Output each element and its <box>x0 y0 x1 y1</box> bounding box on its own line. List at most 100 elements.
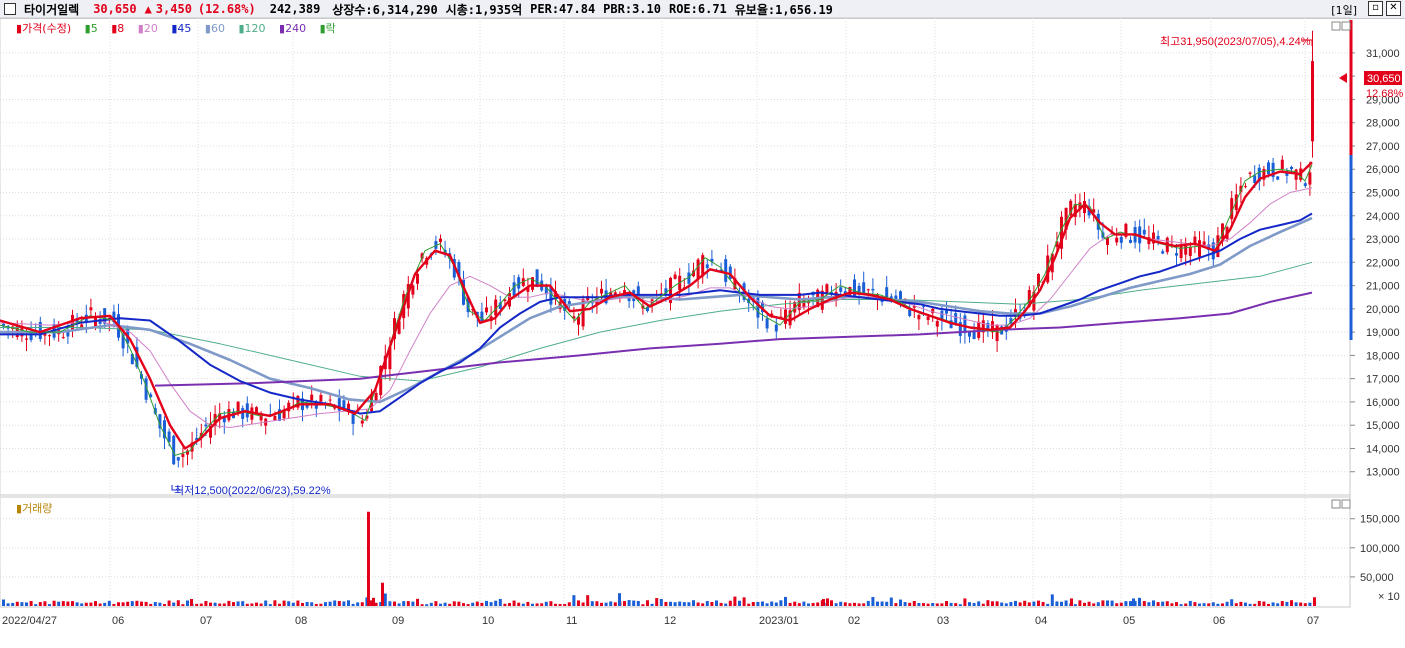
date-tick-label: 05 <box>1123 615 1135 627</box>
volume-bar <box>581 602 585 606</box>
volume-multiplier: × 10 <box>1378 591 1400 603</box>
date-tick-label: 06 <box>1213 615 1225 627</box>
volume-bar <box>650 603 654 606</box>
volume-bar <box>245 603 249 606</box>
volume-bar <box>1087 601 1091 606</box>
candle-body <box>765 318 769 329</box>
volume-tick-label: 100,000 <box>1360 543 1400 555</box>
volume-bar <box>1239 601 1243 606</box>
volume-bar <box>475 601 479 606</box>
panel-button-icon <box>1331 499 1341 509</box>
volume-bar <box>512 600 516 606</box>
volume-bar <box>1184 603 1188 606</box>
price-tick-label: 20,000 <box>1366 304 1400 316</box>
volume-bar <box>830 600 833 606</box>
candle-body <box>935 321 939 327</box>
price-tick-label: 16,000 <box>1366 397 1400 409</box>
candle-body <box>839 287 843 292</box>
volume-bar <box>439 603 442 606</box>
volume-bar <box>1147 602 1151 606</box>
volume-bar <box>1050 594 1054 606</box>
volume-bar <box>333 600 337 606</box>
volume-bar <box>503 603 507 606</box>
volume-bar <box>268 604 272 606</box>
price-tick-label: 25,000 <box>1366 188 1400 200</box>
volume-bar <box>1179 604 1183 606</box>
volume-bar <box>1129 601 1132 606</box>
volume-bar <box>1064 600 1068 606</box>
volume-bar <box>554 603 557 606</box>
volume-bar <box>981 603 985 606</box>
volume-bar <box>52 600 56 606</box>
volume-bar <box>1115 603 1119 606</box>
volume-bar <box>80 603 84 606</box>
volume-bar <box>1018 602 1022 606</box>
candle-body <box>305 405 309 408</box>
volume-bar <box>862 603 866 606</box>
volume-bar <box>71 601 74 606</box>
volume-bar <box>1280 601 1284 606</box>
candle-body <box>866 289 870 291</box>
volume-bar <box>802 601 806 606</box>
volume-bar <box>866 600 870 606</box>
volume-bar <box>826 598 829 606</box>
volume-bar <box>241 601 245 606</box>
volume-bar <box>1083 602 1086 606</box>
volume-bar <box>84 602 88 606</box>
volume-bar <box>29 600 33 606</box>
volume-bar <box>526 601 530 606</box>
candle-body <box>319 395 323 402</box>
price-tick-label: 21,000 <box>1366 281 1400 293</box>
volume-bar <box>218 603 222 606</box>
volume-bar <box>931 602 935 606</box>
candle-body <box>374 392 378 401</box>
volume-tick-label: 150,000 <box>1360 514 1400 526</box>
volume-bar <box>595 601 599 606</box>
volume-bar <box>282 600 286 606</box>
price-tick-label: 14,000 <box>1366 443 1400 455</box>
volume-bar <box>590 601 594 606</box>
volume-bar <box>816 602 820 606</box>
candle-body <box>416 273 419 284</box>
volume-bar <box>508 603 511 606</box>
volume-bar <box>949 602 953 606</box>
volume-bar <box>549 601 553 606</box>
volume-bar <box>416 598 419 606</box>
volume-bar <box>738 600 741 606</box>
candle-body <box>241 408 245 419</box>
volume-bar <box>319 603 323 606</box>
volume-bar <box>604 602 608 606</box>
volume-bar <box>696 602 700 606</box>
volume-bar <box>1096 602 1100 606</box>
volume-bar <box>692 600 695 606</box>
candle-body <box>1311 61 1314 142</box>
volume-bar <box>678 601 682 606</box>
current-price-label: 30,650 <box>1367 73 1401 85</box>
volume-bar <box>577 600 580 606</box>
candle-body <box>351 414 355 424</box>
volume-bar <box>912 600 916 606</box>
candle-body <box>600 288 603 294</box>
volume-bar <box>1290 600 1293 606</box>
candle-body <box>1244 186 1247 188</box>
volume-bar <box>922 603 925 606</box>
volume-bar <box>1248 603 1252 606</box>
volume-bar <box>1257 600 1261 606</box>
price-tick-label: 24,000 <box>1366 211 1400 223</box>
volume-bar <box>756 601 760 606</box>
volume-bar <box>995 601 999 606</box>
volume-bar <box>1294 602 1298 606</box>
candle-body <box>273 415 277 421</box>
volume-bar <box>1276 603 1280 606</box>
volume-bar <box>751 602 755 606</box>
ma45-line <box>0 212 1313 415</box>
date-tick-label: 03 <box>937 615 949 627</box>
ma8-line <box>0 161 1313 450</box>
volume-bar <box>728 600 732 606</box>
candle-body <box>25 338 28 340</box>
date-tick-label: 07 <box>200 615 212 627</box>
volume-bar <box>572 595 576 606</box>
volume-bar <box>1161 601 1165 606</box>
volume-bar <box>991 601 994 606</box>
price-chart[interactable]: 13,000 14,000 15,000 16,000 17,000 18,000 19,0… <box>0 0 1405 648</box>
